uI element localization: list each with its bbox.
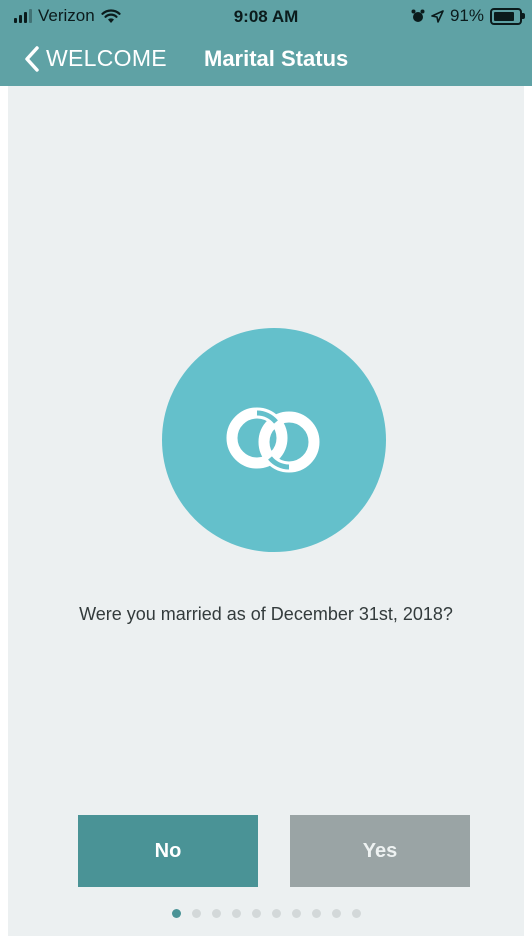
page-dot — [231, 909, 241, 918]
page-dot — [191, 909, 201, 918]
chevron-left-icon — [25, 45, 39, 72]
nav-bar: WELCOME Marital Status — [0, 34, 532, 86]
question-text: Were you married as of December 31st, 20… — [79, 604, 453, 624]
page-title: Marital Status — [204, 46, 349, 71]
location-arrow-icon — [431, 9, 444, 23]
yes-button[interactable]: Yes — [290, 815, 470, 887]
battery-icon — [490, 7, 525, 25]
no-button[interactable]: No — [78, 815, 258, 887]
page-dot — [311, 909, 321, 918]
page-dot — [331, 909, 341, 918]
main-content: Were you married as of December 31st, 20… — [8, 86, 524, 936]
back-button[interactable]: WELCOME — [24, 45, 167, 72]
status-bar: Verizon 9:08 AM 91% — [0, 0, 532, 34]
page-dot — [271, 909, 281, 918]
marital-emblem — [162, 328, 386, 552]
page-dot — [171, 909, 181, 918]
screen: Verizon 9:08 AM 91% WELCOME Marital Stat… — [0, 0, 532, 936]
page-dot — [211, 909, 221, 918]
alarm-icon — [411, 9, 425, 22]
battery-percent: 91% — [449, 6, 484, 25]
status-right: 91% — [411, 6, 525, 26]
page-dot — [291, 909, 301, 918]
rings-icon — [226, 407, 320, 473]
header: Verizon 9:08 AM 91% WELCOME Marital Stat… — [0, 0, 532, 86]
page-dot — [351, 909, 361, 918]
page-dot — [251, 909, 261, 918]
page-indicator — [8, 909, 524, 918]
back-label: WELCOME — [46, 45, 167, 71]
